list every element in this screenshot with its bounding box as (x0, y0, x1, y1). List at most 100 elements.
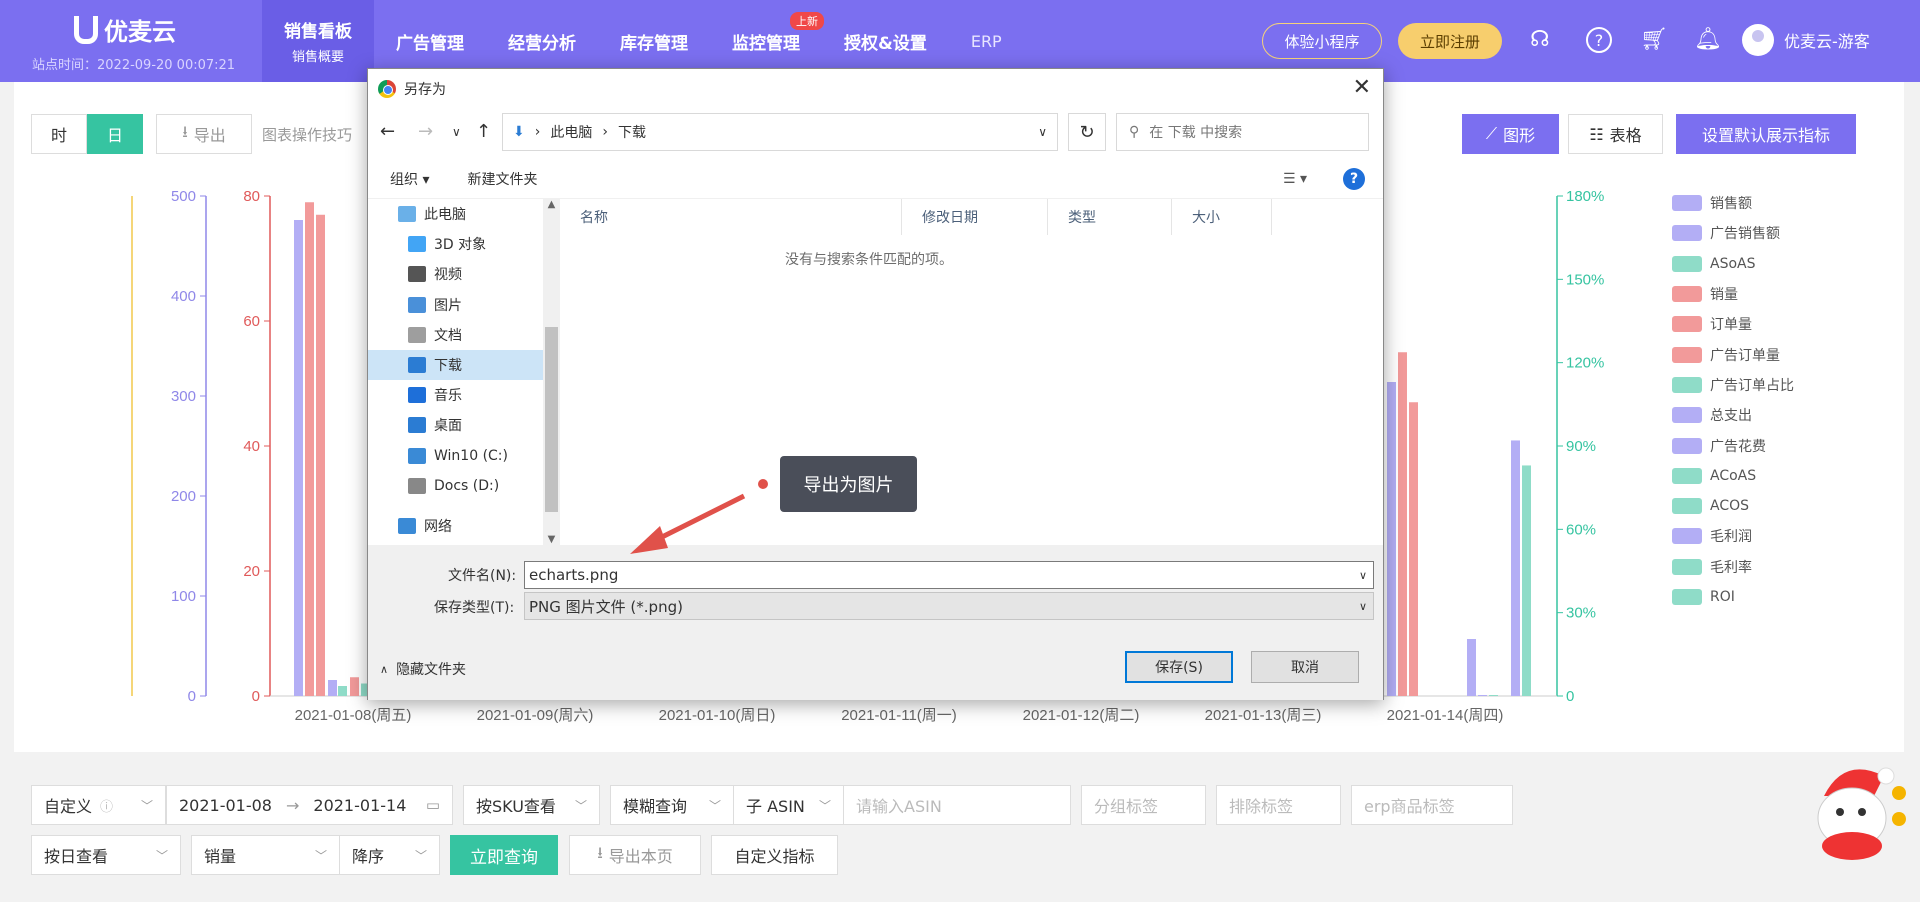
folder-tree: 此电脑 3D 对象视频 图片 文档 下载 音乐 桌面 Win10 (C:) Docs (D:) 网… (368, 199, 543, 547)
legend-label: 销售额 (1710, 196, 1752, 213)
tree-item-label: 3D 对象 (434, 237, 487, 254)
support-icon[interactable]: ☊ (1530, 27, 1550, 52)
back-arrow-icon[interactable]: ← (380, 121, 395, 142)
scroll-up-icon[interactable]: ▲ (543, 199, 560, 210)
tree-item-label: Win10 (C:) (434, 447, 508, 464)
erp-tag-select[interactable]: erp商品标签 (1351, 785, 1513, 825)
search-icon: ⚲ (1129, 124, 1140, 140)
mascot-icon[interactable] (1804, 756, 1908, 864)
address-bar[interactable]: ⬇ › 此电脑 › 下载 ∨ (502, 113, 1058, 151)
legend-item[interactable]: 广告订单量 (1672, 339, 1794, 369)
up-arrow-icon[interactable]: ↑ (476, 121, 491, 142)
query-button[interactable]: 立即查询 (450, 835, 558, 875)
chevron-down-icon[interactable]: ∨ (452, 125, 461, 139)
col-type[interactable]: 类型 (1048, 199, 1172, 235)
cancel-button[interactable]: 取消 (1251, 651, 1359, 683)
user-menu[interactable]: 优麦云-游客 (1742, 24, 1870, 56)
tree-item[interactable]: 文档 (368, 320, 543, 350)
breadcrumb-pc[interactable]: 此电脑 (550, 122, 592, 142)
right-tick-label: 150% (1566, 271, 1604, 288)
view-options-icon[interactable]: ☰ ▾ (1283, 171, 1307, 187)
default-metrics-button[interactable]: 设置默认展示指标 (1676, 114, 1856, 154)
table-button[interactable]: ☷ 表格 (1568, 114, 1663, 154)
tree-item[interactable]: 此电脑 (368, 199, 543, 229)
tree-item[interactable]: Win10 (C:) (368, 441, 543, 471)
close-icon[interactable]: ✕ (1353, 75, 1371, 100)
tree-scrollbar[interactable]: ▲ ▼ (543, 199, 560, 547)
tree-item[interactable]: 图片 (368, 290, 543, 320)
legend-label: 广告订单量 (1710, 347, 1780, 364)
tree-item[interactable]: 3D 对象 (368, 229, 543, 259)
legend-item[interactable]: 订单量 (1672, 309, 1794, 339)
breadcrumb-downloads[interactable]: 下载 (618, 122, 646, 142)
legend-item[interactable]: 广告订单占比 (1672, 370, 1794, 400)
legend-item[interactable]: ACoAS (1672, 461, 1794, 491)
scroll-down-icon[interactable]: ▼ (543, 534, 560, 545)
legend-item[interactable]: ASoAS (1672, 249, 1794, 279)
tree-item[interactable]: 网络 (368, 511, 543, 541)
tree-item[interactable]: 视频 (368, 259, 543, 289)
folder-icon (398, 206, 416, 223)
tree-item[interactable]: 桌面 (368, 410, 543, 440)
col-modified[interactable]: 修改日期 (902, 199, 1048, 235)
legend-item[interactable]: 毛利润 (1672, 521, 1794, 551)
chevron-down-icon[interactable]: ∨ (1038, 125, 1047, 139)
legend-item[interactable]: 销量 (1672, 279, 1794, 309)
date-range-picker[interactable]: 2021-01-08 → 2021-01-14 ▭ (166, 785, 453, 825)
cart-icon[interactable]: 🛒︎ (1640, 27, 1668, 52)
x-tick-label: 2021-01-09(周六) (477, 707, 594, 724)
asin-input[interactable]: 请输入ASIN (843, 785, 1071, 825)
user-name: 优麦云-游客 (1784, 32, 1870, 51)
tree-item[interactable]: 下载 (368, 349, 543, 381)
folder-search-input[interactable]: ⚲ 在 下载 中搜索 (1116, 113, 1369, 151)
folder-icon (408, 417, 426, 434)
seg-day[interactable]: 日 (87, 114, 143, 154)
sku-view-select[interactable]: 按SKU查看 ﹀ (463, 785, 600, 825)
register-button[interactable]: 立即注册 (1398, 23, 1502, 59)
exclude-tag-select[interactable]: 排除标签 (1216, 785, 1341, 825)
asin-type-select[interactable]: 子 ASIN ﹀ (733, 785, 844, 825)
filename-input[interactable]: echarts.png ∨ (524, 561, 1374, 589)
tree-item[interactable]: Docs (D:) (368, 471, 543, 501)
legend-item[interactable]: ACOS (1672, 491, 1794, 521)
nav-sales-board[interactable]: 销售看板 销售概要 (262, 0, 374, 82)
forward-arrow-icon[interactable]: → (418, 121, 433, 142)
custom-metric-button[interactable]: 自定义指标 (711, 835, 838, 875)
logo[interactable]: 优麦云 (74, 12, 176, 47)
scroll-thumb[interactable] (545, 327, 558, 512)
legend-item[interactable]: 毛利率 (1672, 552, 1794, 582)
col-name[interactable]: 名称 (560, 199, 902, 235)
refresh-icon[interactable]: ↻ (1068, 113, 1106, 151)
by-day-select[interactable]: 按日查看 ﹀ (31, 835, 181, 875)
folder-icon (408, 296, 426, 313)
group-tag-select[interactable]: 分组标签 (1081, 785, 1206, 825)
help-icon[interactable]: ? (1586, 27, 1612, 53)
hide-folders-toggle[interactable]: ∧ 隐藏文件夹 (380, 659, 466, 679)
filetype-select[interactable]: PNG 图片文件 (*.png) ∨ (524, 592, 1374, 620)
order-select[interactable]: 降序 ﹀ (339, 835, 440, 875)
graph-button[interactable]: ⟋ 图形 (1462, 114, 1559, 154)
legend-item[interactable]: 广告销售额 (1672, 218, 1794, 248)
calendar-icon: ▭ (425, 796, 440, 814)
help-icon[interactable]: ? (1343, 168, 1365, 190)
export-button[interactable]: ⭳ 导出 (156, 114, 252, 154)
legend-item[interactable]: 销售额 (1672, 188, 1794, 218)
chevron-down-icon[interactable]: ∨ (1359, 569, 1367, 582)
tree-item[interactable]: 音乐 (368, 380, 543, 410)
fuzzy-select[interactable]: 模糊查询 ﹀ (610, 785, 734, 825)
legend-item[interactable]: 总支出 (1672, 400, 1794, 430)
export-page-button[interactable]: ⭳ 导出本页 (569, 835, 701, 875)
save-button[interactable]: 保存(S) (1125, 651, 1233, 683)
mini-program-button[interactable]: 体验小程序 (1262, 23, 1382, 59)
metric-select[interactable]: 销量 ﹀ (191, 835, 340, 875)
col-size[interactable]: 大小 (1172, 199, 1272, 235)
organize-button[interactable]: 组织 ▾ (390, 169, 429, 189)
seg-hour[interactable]: 时 (31, 114, 87, 154)
new-folder-button[interactable]: 新建文件夹 (467, 169, 537, 189)
bell-icon[interactable]: 🔔︎ (1694, 27, 1722, 52)
date-mode-select[interactable]: 自定义 ⓘ ﹀ (31, 785, 166, 825)
right-tick-label: 90% (1566, 438, 1596, 455)
legend-item[interactable]: ROI (1672, 582, 1794, 612)
tree-item-label: 网络 (424, 518, 452, 535)
legend-item[interactable]: 广告花费 (1672, 430, 1794, 460)
